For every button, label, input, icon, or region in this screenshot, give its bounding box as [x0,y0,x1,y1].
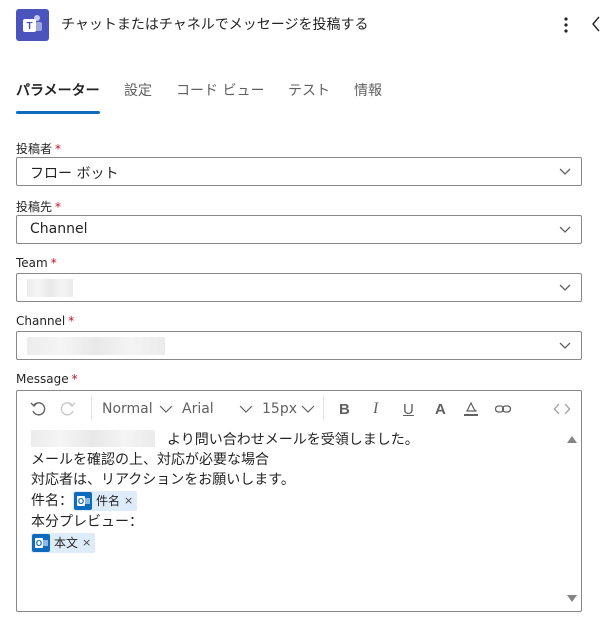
svg-text:O: O [36,539,42,548]
required-marker: * [55,200,62,214]
chevron-down-icon [159,405,173,413]
poster-dropdown[interactable]: フロー ボット [16,157,582,186]
message-editor[interactable]: Normal Arial 15px B I U A より問い合わせメールを受領し… [16,390,582,612]
required-marker: * [50,256,57,270]
dynamic-content-token[interactable]: O 件名 × [73,491,138,511]
post-in-value: Channel [30,221,88,237]
remove-token-icon[interactable]: × [124,491,133,511]
message-line: 本分プレビュー： [31,514,143,530]
post-in-label: 投稿先 * [16,200,62,214]
editor-scrollbar[interactable] [565,428,579,608]
team-label: Team * [16,256,57,270]
link-icon[interactable] [494,399,512,419]
message-content[interactable]: より問い合わせメールを受領しました。 メールを確認の上、対応が必要な場合 対応者… [31,428,565,608]
remove-token-icon[interactable]: × [82,533,91,553]
redacted-team-name [27,279,73,297]
more-vertical-icon[interactable] [558,14,574,36]
dynamic-content-token[interactable]: O 本文 × [31,533,96,553]
message-line: 件名： O 件名 × [31,491,138,511]
tab-parameters[interactable]: パラメーター [16,80,100,100]
teams-icon: T [16,9,49,41]
scroll-down-icon[interactable] [567,595,577,602]
required-marker: * [55,142,62,156]
underline-button[interactable]: U [403,399,414,419]
italic-button[interactable]: I [373,399,378,419]
tab-settings[interactable]: 設定 [124,80,152,100]
redacted-sender [31,430,155,447]
chevron-down-icon [239,405,253,413]
chevron-down-icon [559,284,571,291]
channel-dropdown[interactable] [16,331,582,360]
active-tab-indicator [16,111,100,114]
message-line: より問い合わせメールを受領しました。 [31,430,419,450]
font-size-dropdown[interactable]: 15px [262,399,316,419]
tab-code-view[interactable]: コード ビュー [176,80,264,100]
message-label: Message * [16,372,78,386]
scroll-up-icon[interactable] [567,436,577,443]
channel-label: Channel * [16,314,75,328]
page-title: チャットまたはチャネルでメッセージを投稿する [61,17,369,33]
message-line: メールを確認の上、対応が必要な場合 [31,452,269,468]
message-line: 対応者は、リアクションをお願いします。 [31,472,295,488]
message-line: O 本文 × [31,533,96,553]
code-view-icon[interactable] [553,399,571,419]
chevron-left-icon[interactable] [588,13,604,35]
tab-about[interactable]: 情報 [354,80,382,100]
required-marker: * [68,314,75,328]
editor-toolbar: Normal Arial 15px B I U A [17,391,581,427]
outlook-icon: O [74,492,92,510]
redacted-channel-name [27,337,165,355]
undo-icon[interactable] [29,399,47,419]
highlight-icon[interactable] [462,399,480,419]
post-in-dropdown[interactable]: Channel [16,215,582,244]
chevron-down-icon [301,405,315,413]
font-color-button[interactable]: A [435,399,446,419]
outlook-icon: O [32,534,50,552]
redo-icon[interactable] [59,399,77,419]
chevron-down-icon [559,168,571,175]
chevron-down-icon [559,226,571,233]
header: T チャットまたはチャネルでメッセージを投稿する [0,0,606,50]
required-marker: * [71,372,78,386]
bold-button[interactable]: B [339,399,350,419]
svg-text:O: O [78,497,84,506]
chevron-down-icon [559,342,571,349]
font-dropdown[interactable]: Arial [182,399,254,419]
poster-label: 投稿者 * [16,142,62,156]
team-dropdown[interactable] [16,273,582,302]
toolbar-divider [91,396,92,420]
toolbar-divider [323,396,324,420]
tab-test[interactable]: テスト [288,80,330,100]
svg-text:T: T [26,21,32,32]
style-dropdown[interactable]: Normal [102,399,174,419]
poster-value: フロー ボット [30,166,119,182]
